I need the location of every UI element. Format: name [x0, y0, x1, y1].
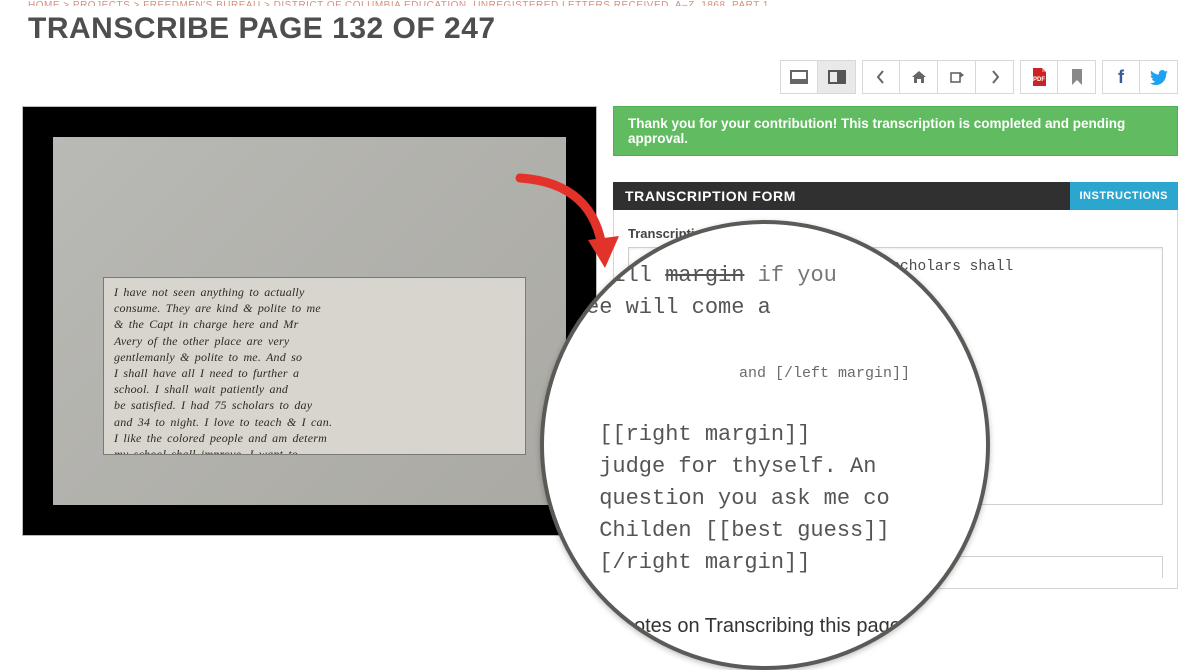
rotate-icon: [949, 70, 965, 84]
home-icon: [911, 70, 927, 84]
single-pane-icon: [790, 70, 808, 84]
next-button[interactable]: [976, 60, 1014, 94]
pdf-icon: PDF: [1031, 68, 1047, 86]
form-header: TRANSCRIPTION FORM: [613, 182, 1070, 210]
split-pane-icon: [828, 70, 846, 84]
prev-button[interactable]: [862, 60, 900, 94]
document-page: I have not seen anything to actually con…: [53, 137, 566, 505]
view-split-button[interactable]: [818, 60, 856, 94]
pdf-button[interactable]: PDF: [1020, 60, 1058, 94]
twitter-button[interactable]: [1140, 60, 1178, 94]
svg-text:PDF: PDF: [1033, 77, 1045, 83]
magnifier-notes-peek: otes on Transcribing this page (opti: [634, 615, 945, 638]
success-alert: Thank you for your contribution! This tr…: [613, 106, 1178, 156]
magnifier-overlay: will margin if you ee will come a and [/…: [540, 220, 990, 670]
facebook-button[interactable]: f: [1102, 60, 1140, 94]
bookmark-button[interactable]: [1058, 60, 1096, 94]
instructions-button[interactable]: INSTRUCTIONS: [1070, 182, 1179, 210]
view-single-button[interactable]: [780, 60, 818, 94]
rotate-button[interactable]: [938, 60, 976, 94]
manuscript-letter: I have not seen anything to actually con…: [103, 277, 526, 455]
document-viewer[interactable]: I have not seen anything to actually con…: [22, 106, 597, 536]
twitter-icon: [1150, 70, 1168, 85]
breadcrumb[interactable]: HOME > PROJECTS > FREEDMEN'S BUREAU > DI…: [0, 0, 1200, 6]
chevron-right-icon: [990, 70, 1000, 84]
manuscript-text: I have not seen anything to actually con…: [114, 284, 515, 455]
bookmark-icon: [1071, 69, 1083, 85]
toolbar: PDF f: [0, 60, 1200, 106]
home-button[interactable]: [900, 60, 938, 94]
chevron-left-icon: [876, 70, 886, 84]
page-title: TRANSCRIBE PAGE 132 OF 247: [0, 6, 1200, 60]
magnifier-content: will margin if you ee will come a and [/…: [544, 224, 986, 615]
